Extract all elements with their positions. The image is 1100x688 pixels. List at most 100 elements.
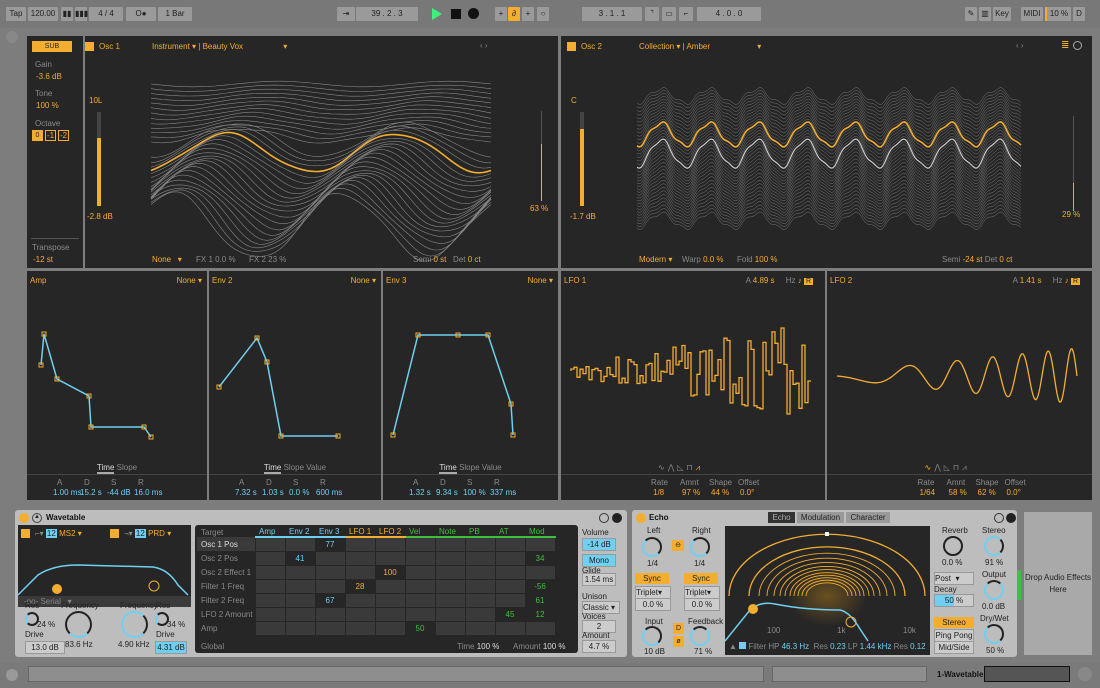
global-amount[interactable]: 100 %	[543, 642, 566, 651]
osc1-position-slider[interactable]	[541, 111, 542, 201]
left-time-knob[interactable]	[642, 537, 662, 557]
lfo-param-value[interactable]: 62 %	[978, 488, 996, 497]
matrix-cell[interactable]	[284, 606, 316, 622]
tab-modulation[interactable]: Modulation	[797, 512, 844, 523]
lfo-param-value[interactable]: 0.0°	[1007, 488, 1021, 497]
env-tab-value[interactable]: Value	[482, 463, 502, 472]
key-map-button[interactable]: Key	[993, 7, 1011, 21]
env-param-value[interactable]: 1.03 s	[262, 488, 284, 497]
overdub-button[interactable]: +	[495, 7, 507, 21]
matrix-cell[interactable]	[254, 578, 286, 594]
matrix-cell[interactable]	[464, 606, 496, 622]
osc2-gain-slider[interactable]	[580, 112, 584, 206]
lfo-hz-toggle[interactable]: Hz	[786, 276, 796, 285]
lfo-shape-selector[interactable]: ∿⋀◺⊓⩘	[925, 463, 970, 473]
matrix-cell[interactable]	[254, 620, 286, 636]
saw-shape-icon[interactable]: ◺	[944, 463, 953, 472]
f2-drive-field[interactable]: 4.31 dB	[155, 641, 187, 654]
filter1-type-icon[interactable]: ⌐▾	[35, 529, 44, 538]
env-tab-time[interactable]: Time	[439, 463, 457, 474]
lfo-param-value[interactable]: 44 %	[711, 488, 729, 497]
env-target-select[interactable]: None ▾	[177, 276, 202, 285]
decay-slider[interactable]: 50 %	[934, 594, 974, 607]
sine-shape-icon[interactable]: ∿	[658, 463, 668, 472]
lfo-attack[interactable]: 4.89 s	[753, 276, 775, 285]
punch-in-button[interactable]: ⌝	[645, 7, 659, 21]
transpose-value[interactable]: -12 st	[33, 255, 53, 264]
matrix-cell[interactable]	[524, 564, 556, 580]
osc1-position-value[interactable]: 63 %	[530, 204, 548, 213]
matrix-cell[interactable]: 12	[524, 606, 556, 622]
mid-side-mode-button[interactable]: Mid/Side	[934, 641, 974, 654]
env-tab-value[interactable]: Value	[306, 463, 326, 472]
keyboard-icon[interactable]: ▥	[979, 7, 991, 21]
osc1-fx2[interactable]: FX 2 23 %	[249, 255, 286, 264]
play-button[interactable]	[432, 8, 442, 20]
osc1-fx1[interactable]: FX 1 0.0 %	[196, 255, 236, 264]
left-sync-button[interactable]: Sync	[635, 573, 669, 584]
collapse-icon[interactable]	[6, 31, 18, 43]
matrix-row-target[interactable]: Amp	[197, 621, 255, 635]
matrix-cell[interactable]	[464, 578, 496, 594]
env-tab-slope[interactable]: Slope	[284, 463, 304, 472]
matrix-cell[interactable]: 77	[314, 536, 346, 552]
matrix-cell[interactable]	[284, 620, 316, 636]
matrix-cell[interactable]	[464, 592, 496, 608]
input-knob[interactable]	[642, 626, 662, 646]
matrix-row-target[interactable]: LFO 2 Amount	[197, 607, 255, 621]
device-overview[interactable]	[984, 666, 1070, 682]
osc2-wavetable-display[interactable]	[636, 66, 1022, 251]
matrix-cell[interactable]	[494, 536, 526, 552]
matrix-cell[interactable]	[254, 606, 286, 622]
lfo-param-value[interactable]: 58 %	[949, 488, 967, 497]
filter1-slope[interactable]: 12	[45, 529, 57, 538]
matrix-cell[interactable]	[314, 606, 346, 622]
osc1-gain-value[interactable]: -2.8 dB	[87, 212, 113, 221]
matrix-cell[interactable]	[434, 564, 466, 580]
octave-minus1-button[interactable]: -1	[45, 130, 56, 141]
matrix-cell[interactable]	[494, 564, 526, 580]
metronome-button[interactable]: O●	[126, 7, 156, 21]
matrix-cell[interactable]	[314, 550, 346, 566]
echo-settings-icon[interactable]	[994, 513, 1004, 523]
filter1-circuit[interactable]: MS2	[59, 529, 75, 538]
loop-start-field[interactable]: 3 . 1 . 1	[582, 7, 642, 21]
osc1-pan[interactable]: 10L	[89, 96, 102, 105]
matrix-row-target[interactable]: Osc 2 Pos	[197, 551, 255, 565]
draw-mode-icon[interactable]: ✎	[965, 7, 977, 21]
feedback-knob[interactable]	[690, 626, 710, 646]
matrix-cell[interactable]: 100	[374, 564, 406, 580]
env-param-value[interactable]: 15.2 s	[80, 488, 102, 497]
osc1-det[interactable]: 0 ct	[468, 255, 481, 264]
matrix-cell[interactable]	[284, 592, 316, 608]
quantize-select[interactable]: 1 Bar	[158, 7, 192, 21]
circle-view-icon[interactable]	[1073, 41, 1082, 50]
lfo-param-value[interactable]: 97 %	[682, 488, 700, 497]
lfo-hz-toggle[interactable]: Hz	[1053, 276, 1063, 285]
osc2-gain-value[interactable]: -1.7 dB	[570, 212, 596, 221]
stereo-mode-button[interactable]: Stereo	[934, 617, 974, 628]
matrix-cell[interactable]	[434, 620, 466, 636]
sub-toggle[interactable]: SUB	[32, 41, 72, 52]
osc1-gain-slider[interactable]	[97, 112, 101, 206]
matrix-cell[interactable]: 34	[524, 550, 556, 566]
volume-field[interactable]: -14 dB	[582, 538, 616, 551]
osc2-warp[interactable]: 0.0 %	[703, 255, 723, 264]
sub-gain-value[interactable]: -3.6 dB	[36, 72, 62, 81]
matrix-cell[interactable]	[254, 536, 286, 552]
matrix-cell[interactable]	[404, 578, 436, 594]
osc1-semi[interactable]: 0 st	[433, 255, 446, 264]
env-param-value[interactable]: 0.0 %	[289, 488, 309, 497]
matrix-row-target[interactable]: Filter 2 Freq	[197, 593, 255, 607]
sine-shape-icon[interactable]: ∿	[925, 463, 935, 472]
matrix-cell[interactable]	[464, 536, 496, 552]
matrix-cell[interactable]	[314, 578, 346, 594]
midi-map-button[interactable]: MIDI	[1021, 7, 1043, 21]
osc2-category-select[interactable]: Collection ▾ | Amber ▾	[639, 42, 761, 51]
matrix-row-target[interactable]: Osc 1 Pos	[197, 537, 255, 551]
matrix-cell[interactable]	[314, 620, 346, 636]
osc1-category-select[interactable]: Instrument ▾ | Beauty Vox ▾	[152, 42, 287, 51]
echo-filter-display[interactable]	[724, 596, 930, 642]
amount-field[interactable]: 4.7 %	[582, 640, 616, 653]
matrix-cell[interactable]: 28	[344, 578, 376, 594]
